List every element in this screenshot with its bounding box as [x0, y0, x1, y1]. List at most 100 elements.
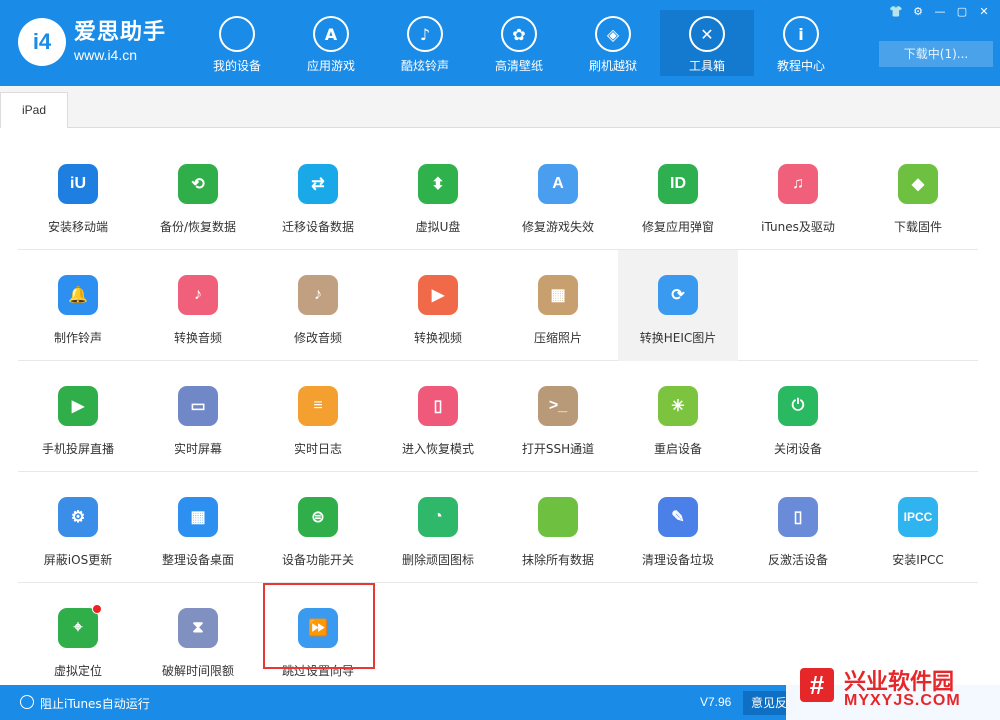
tool-item[interactable]: 抹除所有数据 — [498, 472, 618, 583]
realtime-log-icon: ≡ — [298, 386, 338, 426]
tool-label: 修复游戏失效 — [521, 220, 594, 234]
tool-row: iU 安装移动端 ⟲ 备份/恢复数据 ⇄ 迁移设备数据 ⬍ 虚拟U盘 A 修复游戏失效 ID 修复应用… — [18, 139, 978, 250]
tool-item[interactable]: ⧗ 破解时间限额 — [138, 583, 258, 694]
tool-label: 转换音频 — [173, 331, 222, 345]
tool-item[interactable]: ⟳ 转换HEIC图片 — [618, 250, 738, 361]
tool-label: 设备功能开关 — [281, 553, 354, 567]
tool-item[interactable]: ♪ 转换音频 — [138, 250, 258, 361]
app-name: 爱思助手 — [74, 20, 167, 45]
toolbox-grid: iU 安装移动端 ⟲ 备份/恢复数据 ⇄ 迁移设备数据 ⬍ 虚拟U盘 A 修复游戏失效 ID 修复应用… — [18, 139, 978, 694]
tool-label: 修复应用弹窗 — [641, 220, 714, 234]
convert-video-icon: ▶ — [418, 275, 458, 315]
firmware-box-icon: ◆ — [898, 164, 938, 204]
reboot-icon: ✳ — [658, 386, 698, 426]
tool-row: ▶ 手机投屏直播 ▭ 实时屏幕 ≡ 实时日志 ▯ 进入恢复模式 >_ 打开SSH通道 ✳ 重启设备 ⏻ 关… — [18, 361, 978, 472]
dropbox-icon: ◈ — [595, 16, 631, 52]
minimize-icon[interactable]: — — [930, 4, 950, 20]
tool-label: 抹除所有数据 — [521, 553, 594, 567]
nav-item-6[interactable]: i 教程中心 — [754, 10, 848, 76]
tool-label: 重启设备 — [653, 442, 702, 456]
tool-label: 反激活设备 — [767, 553, 828, 567]
make-ringtone-icon: 🔔 — [58, 275, 98, 315]
tool-item[interactable]: >_ 打开SSH通道 — [498, 361, 618, 472]
nav-item-0[interactable]: 我的设备 — [190, 10, 284, 76]
tool-label: 删除顽固图标 — [401, 553, 474, 567]
tool-item[interactable]: IPCC 安装IPCC — [858, 472, 978, 583]
close-icon[interactable]: ✕ — [974, 4, 994, 20]
tool-item[interactable]: ≡ 实时日志 — [258, 361, 378, 472]
watermark: # 兴业软件园 MYXYJS.COM — [786, 660, 1000, 720]
tool-item[interactable]: ▯ 进入恢复模式 — [378, 361, 498, 472]
tool-item[interactable]: ID 修复应用弹窗 — [618, 139, 738, 250]
tool-item[interactable]: ◆ 下载固件 — [858, 139, 978, 250]
tool-item[interactable]: ♪ 修改音频 — [258, 250, 378, 361]
tool-item[interactable]: ▦ 整理设备桌面 — [138, 472, 258, 583]
nav-item-2[interactable]: ♪ 酷炫铃声 — [378, 10, 472, 76]
tool-label: 进入恢复模式 — [401, 442, 474, 456]
settings-icon[interactable]: ⚙ — [908, 4, 928, 20]
highlight-annotation-box — [263, 583, 375, 669]
tool-item[interactable]: ▶ 转换视频 — [378, 250, 498, 361]
delete-icon-icon: ◔ — [418, 497, 458, 537]
tool-item[interactable]: ⌖ 虚拟定位 — [18, 583, 138, 694]
version-label: V7.96 — [700, 695, 732, 709]
nav-item-4[interactable]: ◈ 刷机越狱 — [566, 10, 660, 76]
device-tabbar: iPad — [0, 86, 1000, 128]
tool-item[interactable]: ⇄ 迁移设备数据 — [258, 139, 378, 250]
itunes-autorun-toggle[interactable] — [20, 695, 34, 709]
backup-restore-icon: ⟲ — [178, 164, 218, 204]
tool-item[interactable]: ⬍ 虚拟U盘 — [378, 139, 498, 250]
tool-item[interactable]: 🔔 制作铃声 — [18, 250, 138, 361]
tool-item[interactable]: ✎ 清理设备垃圾 — [618, 472, 738, 583]
nav-item-label: 工具箱 — [688, 59, 725, 73]
nav-item-5[interactable]: ✕ 工具箱 — [660, 10, 754, 76]
tool-item[interactable]: A 修复游戏失效 — [498, 139, 618, 250]
clean-junk-icon: ✎ — [658, 497, 698, 537]
power-off-icon: ⏻ — [778, 386, 818, 426]
tool-item[interactable]: ♫ iTunes及驱动 — [738, 139, 858, 250]
nav-item-label: 酷炫铃声 — [400, 59, 449, 73]
maximize-icon[interactable]: ▢ — [952, 4, 972, 20]
tool-label: 虚拟定位 — [53, 664, 102, 678]
nav-item-3[interactable]: ✿ 高清壁纸 — [472, 10, 566, 76]
itunes-icon: ♫ — [778, 164, 818, 204]
tool-item[interactable]: ◔ 删除顽固图标 — [378, 472, 498, 583]
tool-item[interactable]: ⏻ 关闭设备 — [738, 361, 858, 472]
migrate-data-icon: ⇄ — [298, 164, 338, 204]
repair-game-icon: A — [538, 164, 578, 204]
window-controls: 👕 ⚙ — ▢ ✕ — [886, 4, 994, 20]
tools-icon: ✕ — [689, 16, 725, 52]
tool-item[interactable]: ▯ 反激活设备 — [738, 472, 858, 583]
nav-item-label: 高清壁纸 — [494, 59, 543, 73]
tool-label: 安装移动端 — [47, 220, 108, 234]
tool-label: 屏蔽iOS更新 — [43, 553, 113, 567]
nav-item-label: 刷机越狱 — [588, 59, 637, 73]
app-logo[interactable]: i4 爱思助手 www.i4.cn — [18, 18, 166, 66]
skin-icon[interactable]: 👕 — [886, 4, 906, 20]
app-url: www.i4.cn — [74, 47, 138, 63]
tool-item[interactable]: ✳ 重启设备 — [618, 361, 738, 472]
itunes-autorun-label[interactable]: 阻止iTunes自动运行 — [40, 695, 150, 712]
apple-icon — [219, 16, 255, 52]
tool-label: 迁移设备数据 — [281, 220, 354, 234]
nav-item-label: 应用游戏 — [306, 59, 355, 73]
download-progress-button[interactable]: 下载中(1)... — [879, 41, 993, 67]
tab-ipad[interactable]: iPad — [0, 92, 68, 128]
notification-dot — [92, 604, 102, 614]
tool-label: 转换HEIC图片 — [639, 331, 717, 345]
tool-item[interactable]: ⚙ 屏蔽iOS更新 — [18, 472, 138, 583]
realtime-screen-icon: ▭ — [178, 386, 218, 426]
tool-label: 备份/恢复数据 — [159, 220, 237, 234]
tool-item[interactable]: ▭ 实时屏幕 — [138, 361, 258, 472]
tool-item[interactable]: ⊜ 设备功能开关 — [258, 472, 378, 583]
tool-item[interactable]: ▶ 手机投屏直播 — [18, 361, 138, 472]
nav-item-1[interactable]: A 应用游戏 — [284, 10, 378, 76]
tool-label: 虚拟U盘 — [415, 220, 461, 234]
location-pin-icon: ⌖ — [58, 608, 98, 648]
tool-label: 转换视频 — [413, 331, 462, 345]
tool-item[interactable]: iU 安装移动端 — [18, 139, 138, 250]
watermark-logo-icon: # — [800, 668, 834, 702]
tool-item[interactable]: ▦ 压缩照片 — [498, 250, 618, 361]
tool-item[interactable]: ⟲ 备份/恢复数据 — [138, 139, 258, 250]
recovery-mode-icon: ▯ — [418, 386, 458, 426]
